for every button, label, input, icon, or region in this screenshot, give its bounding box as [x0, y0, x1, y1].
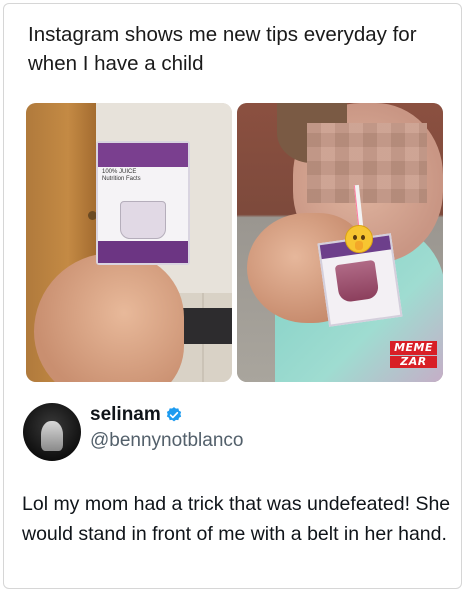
child-drinking-photo: MEME ZAR	[237, 103, 443, 382]
juice-box-photo: 100% JUICE Nutrition Facts	[26, 103, 232, 382]
display-name[interactable]: selinam	[90, 404, 161, 426]
cup-graphic	[334, 259, 380, 304]
shushing-face-emoji-icon	[345, 225, 373, 253]
avatar[interactable]	[23, 403, 81, 461]
avatar-figure	[41, 421, 63, 451]
meme-caption: Instagram shows me new tips everyday for…	[28, 23, 417, 75]
user-handle[interactable]: @bennynotblanco	[90, 430, 243, 452]
cup-graphic	[120, 201, 166, 239]
verified-badge-icon	[166, 407, 182, 422]
blurred-face	[307, 123, 427, 203]
floor-mat	[176, 308, 232, 344]
juice-box-label: 100% JUICE Nutrition Facts	[102, 169, 141, 182]
juice-box: 100% JUICE Nutrition Facts	[96, 141, 190, 265]
tweet-text: Lol my mom had a trick that was undefeat…	[22, 493, 451, 545]
meme-zar-watermark: MEME ZAR	[390, 341, 437, 368]
